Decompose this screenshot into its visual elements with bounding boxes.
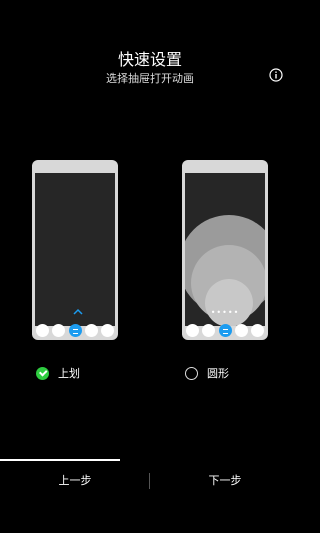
dock-icon xyxy=(202,323,216,337)
preview-swipe-up[interactable] xyxy=(32,160,118,340)
app-drawer-icon xyxy=(218,323,232,337)
option-circle[interactable]: 圆形 xyxy=(185,365,229,381)
page-indicator-dots: ••••• xyxy=(210,308,240,317)
circle-ripple-inner xyxy=(205,279,253,326)
preview-dock xyxy=(185,322,265,338)
preview-dock xyxy=(35,322,115,338)
chevron-up-icon xyxy=(73,308,83,315)
page-title: 快速设置 xyxy=(117,50,182,69)
preview-screen: ••••• xyxy=(185,173,265,326)
info-icon[interactable] xyxy=(269,68,283,82)
radio-empty-icon[interactable] xyxy=(185,366,198,380)
app-drawer-icon xyxy=(68,323,82,337)
dock-icon xyxy=(101,323,114,337)
page-subtitle: 选择抽屉打开动画 xyxy=(106,72,194,85)
dock-icon xyxy=(251,323,264,337)
dock-icon xyxy=(36,323,49,337)
option-label: 圆形 xyxy=(207,367,229,380)
dock-icon xyxy=(52,323,66,337)
preview-circle[interactable]: ••••• xyxy=(182,160,268,340)
dock-icon xyxy=(186,323,199,337)
option-label: 上划 xyxy=(58,367,80,380)
next-button[interactable]: 下一步 xyxy=(150,472,300,490)
dock-icon xyxy=(234,323,248,337)
progress-indicator xyxy=(0,459,120,461)
prev-button[interactable]: 上一步 xyxy=(0,472,150,490)
preview-screen xyxy=(35,173,115,326)
option-swipe-up[interactable]: 上划 xyxy=(36,365,80,381)
check-circle-icon[interactable] xyxy=(36,366,49,380)
dock-icon xyxy=(84,323,98,337)
